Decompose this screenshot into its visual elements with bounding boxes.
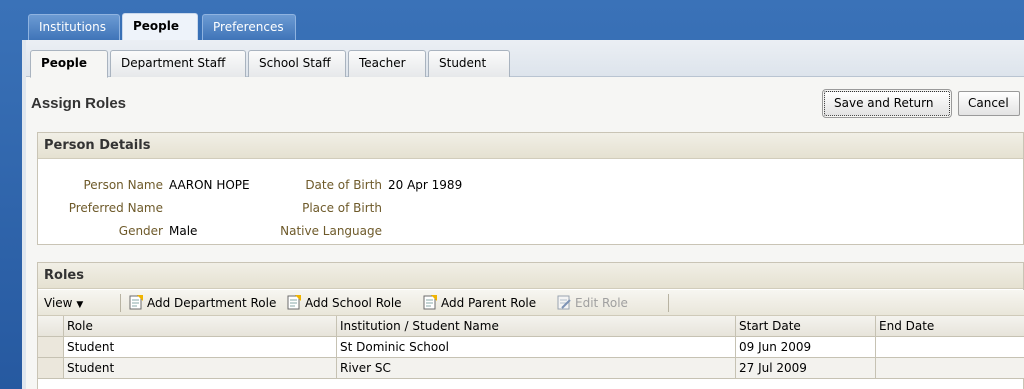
column-header-role[interactable]: Role (64, 316, 337, 337)
tab-label: Preferences (213, 20, 284, 34)
cell-institution: River SC (337, 358, 736, 379)
add-note-icon (422, 293, 438, 310)
add-note-icon (286, 293, 302, 310)
cell-role: Student (64, 358, 337, 379)
person-name-label: Person Name (83, 178, 163, 192)
content-panel: People Department Staff School Staff Tea… (22, 40, 1024, 389)
button-label: Add School Role (305, 296, 402, 310)
subtab-people[interactable]: People (30, 50, 108, 78)
tab-preferences[interactable]: Preferences (202, 14, 296, 40)
subtab-teacher[interactable]: Teacher (348, 50, 426, 77)
gender-value: Male (169, 224, 198, 238)
place-of-birth-label: Place of Birth (302, 201, 382, 215)
chevron-down-icon: ▼ (76, 300, 84, 310)
toolbar-divider (120, 294, 121, 312)
subtab-department-staff[interactable]: Department Staff (110, 50, 246, 77)
edit-note-icon (556, 293, 572, 310)
native-language-label: Native Language (280, 224, 382, 238)
column-header-start-date[interactable]: Start Date (736, 316, 876, 337)
button-label: Add Parent Role (441, 296, 537, 310)
cell-end-date (876, 358, 1024, 379)
person-details-section: Person Details Person Name AARON HOPE Pr… (37, 132, 1024, 245)
add-note-icon (128, 293, 144, 310)
app-window: Institutions People Preferences People D… (0, 0, 1024, 389)
date-of-birth-label: Date of Birth (305, 178, 382, 192)
sub-tab-bar: People Department Staff School Staff Tea… (22, 40, 1024, 78)
cell-start-date: 27 Jul 2009 (736, 358, 876, 379)
cell-institution: St Dominic School (337, 337, 736, 358)
toolbar-divider (668, 294, 669, 312)
page-title: Assign Roles (31, 95, 127, 112)
column-header-end-date[interactable]: End Date (876, 316, 1024, 337)
date-of-birth-value: 20 Apr 1989 (388, 178, 463, 192)
tab-people[interactable]: People (122, 13, 198, 41)
cell-start-date: 09 Jun 2009 (736, 337, 876, 358)
subtab-label: Student (439, 56, 487, 70)
button-label: Edit Role (575, 296, 628, 310)
panel-edge (22, 40, 26, 389)
cell-end-date (876, 337, 1024, 358)
subtab-school-staff[interactable]: School Staff (248, 50, 346, 77)
table-header-row: Role Institution / Student Name Start Da… (38, 316, 1024, 337)
roles-section: Roles View ▼ Add Department Role Add Sch… (37, 262, 1024, 389)
view-menu[interactable]: View ▼ (44, 290, 83, 316)
cancel-button[interactable]: Cancel (958, 91, 1020, 116)
subtab-student[interactable]: Student (428, 50, 510, 77)
roles-toolbar: View ▼ Add Department Role Add School Ro… (38, 290, 1024, 316)
gender-label: Gender (118, 224, 163, 238)
table-row[interactable]: Student St Dominic School 09 Jun 2009 (38, 337, 1024, 358)
tab-label: People (133, 19, 180, 33)
add-department-role-button[interactable]: Add Department Role (128, 290, 276, 316)
section-heading: Person Details (38, 133, 1023, 159)
table-row[interactable]: Student River SC 27 Jul 2009 (38, 358, 1024, 379)
edit-role-button[interactable]: Edit Role (556, 290, 628, 316)
subtab-label: Department Staff (121, 56, 226, 70)
cell-role: Student (64, 337, 337, 358)
subtab-label: People (41, 56, 88, 70)
tab-institutions[interactable]: Institutions (28, 14, 120, 40)
preferred-name-label: Preferred Name (68, 201, 163, 215)
row-selector[interactable] (38, 337, 64, 358)
row-selector[interactable] (38, 358, 64, 379)
button-label: Add Department Role (147, 296, 277, 310)
save-and-return-button[interactable]: Save and Return (822, 89, 952, 118)
add-school-role-button[interactable]: Add School Role (286, 290, 402, 316)
section-heading: Roles (38, 263, 1023, 289)
column-header-institution[interactable]: Institution / Student Name (337, 316, 736, 337)
row-selector-header (38, 316, 64, 337)
subtab-label: Teacher (359, 56, 406, 70)
add-parent-role-button[interactable]: Add Parent Role (422, 290, 536, 316)
view-menu-label: View (44, 296, 73, 310)
tab-label: Institutions (39, 20, 106, 34)
subtab-label: School Staff (259, 56, 331, 70)
